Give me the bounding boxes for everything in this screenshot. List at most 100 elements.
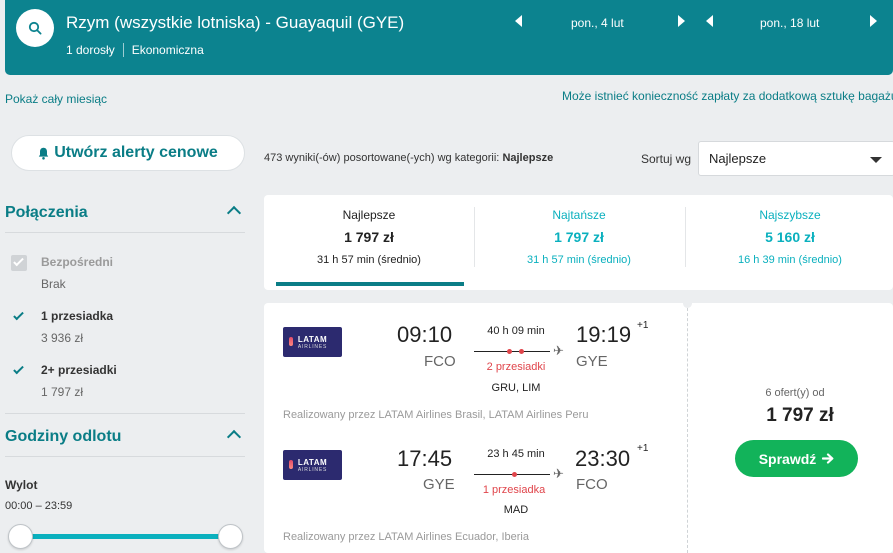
- departure-range: 00:00 – 23:59: [5, 500, 73, 512]
- bell-icon: [38, 147, 49, 160]
- next-depart-date-arrow-icon[interactable]: [678, 15, 685, 27]
- prev-depart-date-arrow-icon[interactable]: [515, 15, 522, 27]
- results-count: 473 wyniki(-ów) posortowane(-ych) wg kat…: [264, 152, 553, 164]
- one-stop-price: 3 936 zł: [41, 331, 84, 345]
- direct-label: Bezpośredni: [41, 255, 114, 269]
- latam-logo-mark: [289, 337, 293, 346]
- logo-text: LATAM: [297, 334, 328, 344]
- tab-fastest[interactable]: Najszybsze 5 160 zł 16 h 39 min (średnio…: [685, 195, 893, 290]
- search-summary-header[interactable]: Rzym (wszystkie lotniska) - Guayaquil (G…: [5, 0, 893, 75]
- departure-slider-track[interactable]: [20, 534, 230, 539]
- check-icon: [13, 363, 24, 375]
- departure-slider-max-handle[interactable]: [218, 524, 243, 549]
- plane-icon: ✈: [553, 343, 564, 358]
- outbound-depart-code: FCO: [424, 353, 456, 370]
- one-stop-label[interactable]: 1 przesiadka: [41, 309, 113, 323]
- alert-button-label: Utwórz alerty cenowe: [54, 144, 218, 161]
- outbound-operated-by: Realizowany przez LATAM Airlines Brasil,…: [283, 409, 589, 421]
- logo-sub: AIRLINES: [297, 466, 328, 473]
- outbound-depart-time: 09:10: [397, 322, 453, 347]
- cabin-class[interactable]: Ekonomiczna: [132, 43, 204, 57]
- tab-title: Najtańsze: [552, 208, 606, 222]
- create-price-alert-button[interactable]: Utwórz alerty cenowe: [11, 135, 245, 171]
- inbound-depart-time: 17:45: [397, 446, 453, 471]
- inbound-via: MAD: [503, 504, 529, 516]
- check-icon: [13, 255, 24, 267]
- tab-time: 31 h 57 min (średnio): [317, 254, 421, 266]
- latam-logo-mark: [289, 460, 293, 469]
- outbound-arrive-time: 19:19: [576, 322, 632, 347]
- card-notch: [683, 299, 692, 308]
- results-count-text: 473 wyniki(-ów) posortowane(-ych) wg kat…: [264, 152, 503, 164]
- next-return-date-arrow-icon[interactable]: [870, 15, 877, 27]
- route-title[interactable]: Rzym (wszystkie lotniska) - Guayaquil (G…: [66, 13, 404, 33]
- tab-best[interactable]: Najlepsze 1 797 zł 31 h 57 min (średnio): [264, 195, 474, 290]
- sort-label: Sortuj wg: [641, 152, 692, 166]
- divider: [687, 303, 688, 553]
- inbound-arrive-code: FCO: [576, 476, 608, 493]
- plane-icon: ✈: [553, 466, 564, 481]
- tab-title: Najlepsze: [342, 208, 396, 222]
- active-tab-underline: [276, 282, 464, 286]
- connections-filter-header[interactable]: Połączenia: [5, 204, 245, 222]
- sort-tabs: Najlepsze 1 797 zł 31 h 57 min (średnio)…: [264, 195, 893, 290]
- check-offer-button[interactable]: Sprawdź: [735, 440, 858, 477]
- baggage-notice-link[interactable]: Może istnieć konieczność zapłaty za doda…: [562, 89, 893, 103]
- connections-title: Połączenia: [5, 204, 88, 221]
- outbound-day-offset: +1: [637, 320, 649, 331]
- depart-date[interactable]: pon., 4 lut: [571, 16, 624, 30]
- outbound-duration: 40 h 09 min: [487, 325, 545, 337]
- inbound-arrive-time: 23:30: [575, 446, 631, 471]
- outbound-via: GRU, LIM: [491, 382, 541, 394]
- stop-dot: [512, 472, 517, 477]
- direct-checkbox: [11, 255, 27, 271]
- show-whole-month-link[interactable]: Pokaż cały miesiąc: [5, 92, 107, 106]
- inbound-stops: 1 przesiadka: [482, 484, 546, 496]
- check-button-label: Sprawdź: [758, 450, 817, 467]
- tab-time: 16 h 39 min (średnio): [738, 254, 842, 266]
- departure-hours-filter-header[interactable]: Godziny odlotu: [5, 428, 245, 446]
- divider: [122, 43, 124, 57]
- inbound-operated-by: Realizowany przez LATAM Airlines Ecuador…: [283, 531, 529, 543]
- stop-dot: [507, 349, 512, 354]
- offers-count: 6 ofert(y) od: [765, 387, 825, 399]
- search-button[interactable]: [16, 9, 54, 47]
- sort-select[interactable]: Najlepsze: [698, 141, 893, 176]
- outbound-route-line: [474, 351, 550, 352]
- stop-dot: [519, 349, 524, 354]
- departure-label: Wylot: [5, 478, 38, 492]
- divider: [5, 232, 245, 233]
- sort-select-value: Najlepsze: [709, 151, 767, 166]
- arrow-right-icon: [822, 453, 834, 464]
- tab-title: Najszybsze: [759, 208, 821, 222]
- latam-airlines-logo: LATAM AIRLINES: [283, 450, 342, 480]
- logo-text: LATAM: [297, 457, 328, 467]
- outbound-arrive-code: GYE: [576, 353, 608, 370]
- tab-price: 5 160 zł: [765, 229, 815, 245]
- two-plus-checkbox[interactable]: [11, 363, 27, 379]
- tab-price: 1 797 zł: [344, 229, 394, 245]
- tab-time: 31 h 57 min (średnio): [527, 254, 631, 266]
- check-icon: [13, 309, 24, 321]
- two-plus-label[interactable]: 2+ przesiadki: [41, 363, 117, 377]
- result-price: 1 797 zł: [766, 405, 834, 426]
- return-date[interactable]: pon., 18 lut: [760, 16, 819, 30]
- inbound-duration: 23 h 45 min: [487, 448, 545, 460]
- departure-slider-min-handle[interactable]: [8, 524, 33, 549]
- chevron-down-icon: [870, 157, 882, 163]
- divider: [5, 413, 245, 414]
- outbound-stops: 2 przesiadki: [486, 361, 546, 373]
- divider: [5, 456, 245, 457]
- inbound-depart-code: GYE: [423, 476, 455, 493]
- passengers-count[interactable]: 1 dorosły: [66, 43, 115, 57]
- departure-hours-title: Godziny odlotu: [5, 428, 122, 445]
- prev-return-date-arrow-icon[interactable]: [706, 15, 713, 27]
- latam-airlines-logo: LATAM AIRLINES: [283, 327, 342, 357]
- logo-sub: AIRLINES: [297, 343, 328, 350]
- results-sort-category: Najlepsze: [502, 152, 554, 164]
- tab-cheapest[interactable]: Najtańsze 1 797 zł 31 h 57 min (średnio): [474, 195, 684, 290]
- search-icon: [28, 21, 42, 35]
- direct-sub: Brak: [41, 277, 66, 291]
- one-stop-checkbox[interactable]: [11, 309, 27, 325]
- two-plus-price: 1 797 zł: [41, 385, 84, 399]
